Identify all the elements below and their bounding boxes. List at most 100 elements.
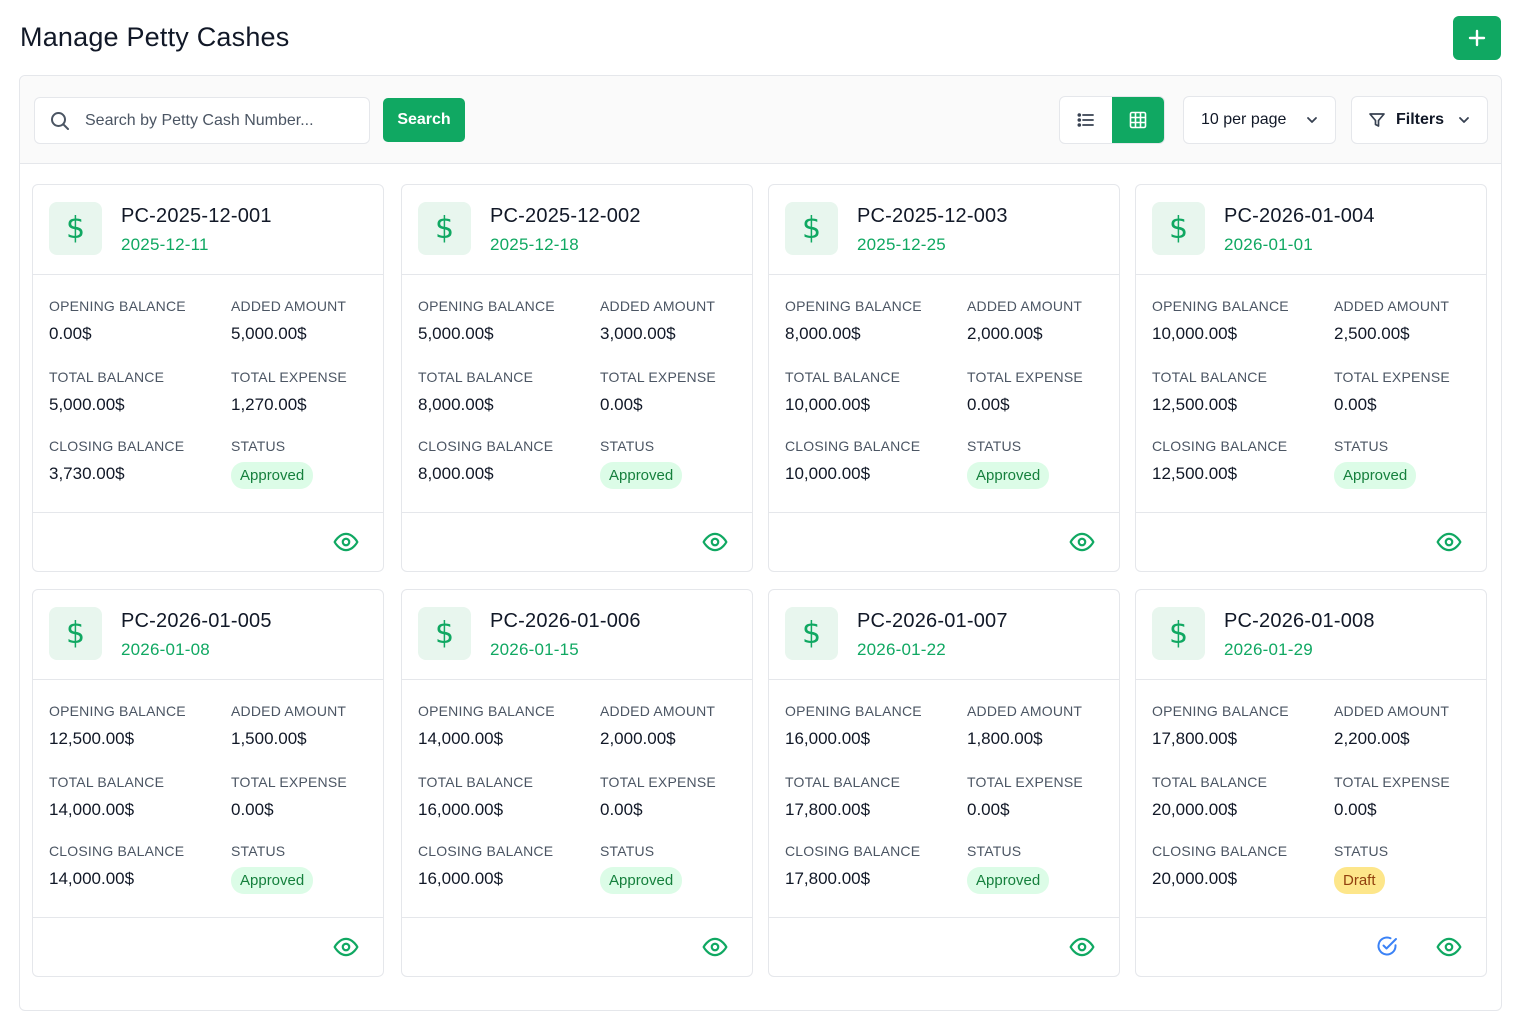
closing-balance-field: CLOSING BALANCE 3,730.00$	[49, 438, 184, 484]
total-balance-value: 8,000.00$	[418, 395, 494, 414]
opening-balance-field: OPENING BALANCE 12,500.00$	[49, 703, 186, 749]
closing-balance-field: CLOSING BALANCE 14,000.00$	[49, 843, 184, 889]
total-expense-field: TOTAL EXPENSE 0.00$	[600, 369, 716, 415]
view-eye-icon[interactable]	[1436, 934, 1462, 960]
added-amount-value: 5,000.00$	[231, 324, 307, 343]
card-actions	[1136, 917, 1486, 977]
grid-view-button[interactable]	[1112, 97, 1164, 143]
view-eye-icon[interactable]	[333, 934, 359, 960]
filters-button[interactable]: Filters	[1351, 96, 1488, 144]
total-balance-field: TOTAL BALANCE 14,000.00$	[49, 774, 164, 820]
added-amount-label: ADDED AMOUNT	[1334, 703, 1450, 719]
dollar-icon: $	[1152, 202, 1205, 255]
petty-cash-date: 2026-01-15	[490, 640, 579, 659]
petty-cash-card: $ PC-2026-01-008 2026-01-29 OPENING BALANCE…	[1135, 589, 1487, 977]
petty-cash-card: $ PC-2025-12-002 2025-12-18 OPENING BALANCE…	[401, 184, 753, 572]
total-balance-value: 17,800.00$	[785, 800, 871, 819]
status-badge: Approved	[967, 462, 1050, 489]
total-balance-field: TOTAL BALANCE 16,000.00$	[418, 774, 533, 820]
view-eye-icon[interactable]	[1069, 529, 1095, 555]
view-eye-icon[interactable]	[333, 529, 359, 555]
closing-balance-value: 8,000.00$	[418, 464, 494, 483]
opening-balance-field: OPENING BALANCE 0.00$	[49, 298, 186, 344]
closing-balance-field: CLOSING BALANCE 12,500.00$	[1152, 438, 1287, 484]
view-eye-icon[interactable]	[702, 529, 728, 555]
closing-balance-label: CLOSING BALANCE	[418, 438, 554, 454]
status-field: STATUS Approved	[967, 843, 1050, 894]
opening-balance-field: OPENING BALANCE 8,000.00$	[785, 298, 922, 344]
total-expense-label: TOTAL EXPENSE	[1334, 774, 1450, 790]
added-amount-label: ADDED AMOUNT	[231, 703, 347, 719]
petty-cash-date: 2026-01-01	[1224, 235, 1313, 254]
closing-balance-label: CLOSING BALANCE	[1152, 438, 1288, 454]
added-amount-field: ADDED AMOUNT 2,500.00$	[1334, 298, 1449, 344]
card-actions	[769, 917, 1119, 977]
search-button[interactable]: Search	[383, 98, 465, 142]
total-balance-value: 5,000.00$	[49, 395, 125, 414]
closing-balance-value: 14,000.00$	[49, 869, 135, 888]
status-badge: Draft	[1334, 867, 1385, 894]
total-expense-field: TOTAL EXPENSE 0.00$	[967, 369, 1083, 415]
added-amount-field: ADDED AMOUNT 5,000.00$	[231, 298, 346, 344]
opening-balance-label: OPENING BALANCE	[49, 703, 186, 719]
status-field: STATUS Approved	[967, 438, 1050, 489]
closing-balance-value: 12,500.00$	[1152, 464, 1238, 483]
status-field: STATUS Draft	[1334, 843, 1388, 894]
opening-balance-value: 8,000.00$	[785, 324, 861, 343]
added-amount-field: ADDED AMOUNT 1,500.00$	[231, 703, 346, 749]
total-balance-field: TOTAL BALANCE 5,000.00$	[49, 369, 164, 415]
status-field: STATUS Approved	[231, 843, 314, 894]
total-balance-field: TOTAL BALANCE 8,000.00$	[418, 369, 533, 415]
added-amount-value: 1,800.00$	[967, 729, 1043, 748]
search-input[interactable]	[85, 111, 365, 130]
opening-balance-value: 16,000.00$	[785, 729, 871, 748]
closing-balance-label: CLOSING BALANCE	[1152, 843, 1288, 859]
added-amount-value: 2,000.00$	[600, 729, 676, 748]
total-balance-label: TOTAL BALANCE	[1152, 369, 1268, 385]
added-amount-value: 1,500.00$	[231, 729, 307, 748]
opening-balance-field: OPENING BALANCE 5,000.00$	[418, 298, 555, 344]
total-balance-value: 10,000.00$	[785, 395, 871, 414]
added-amount-field: ADDED AMOUNT 2,200.00$	[1334, 703, 1449, 749]
petty-cash-card: $ PC-2026-01-006 2026-01-15 OPENING BALANCE…	[401, 589, 753, 977]
status-badge: Approved	[600, 462, 683, 489]
total-expense-value: 0.00$	[967, 800, 1010, 819]
view-eye-icon[interactable]	[702, 934, 728, 960]
total-balance-label: TOTAL BALANCE	[418, 774, 534, 790]
per-page-select[interactable]: 10 per page	[1183, 96, 1336, 144]
dollar-icon: $	[49, 202, 102, 255]
added-amount-label: ADDED AMOUNT	[600, 703, 716, 719]
filter-icon	[1368, 111, 1386, 129]
view-eye-icon[interactable]	[1436, 529, 1462, 555]
petty-cash-date: 2026-01-22	[857, 640, 946, 659]
total-expense-label: TOTAL EXPENSE	[1334, 369, 1450, 385]
approve-check-icon[interactable]	[1375, 934, 1399, 958]
added-amount-label: ADDED AMOUNT	[967, 298, 1083, 314]
petty-cash-number: PC-2026-01-006	[490, 610, 641, 632]
list-view-button[interactable]	[1060, 97, 1112, 143]
status-field: STATUS Approved	[231, 438, 314, 489]
total-balance-value: 16,000.00$	[418, 800, 504, 819]
total-balance-field: TOTAL BALANCE 20,000.00$	[1152, 774, 1267, 820]
total-expense-value: 0.00$	[600, 395, 643, 414]
add-petty-cash-button[interactable]	[1453, 16, 1501, 60]
status-field: STATUS Approved	[1334, 438, 1417, 489]
total-expense-field: TOTAL EXPENSE 0.00$	[967, 774, 1083, 820]
opening-balance-label: OPENING BALANCE	[785, 298, 922, 314]
total-expense-label: TOTAL EXPENSE	[231, 369, 347, 385]
grid-icon	[1128, 110, 1148, 130]
card-actions	[33, 512, 383, 572]
closing-balance-field: CLOSING BALANCE 16,000.00$	[418, 843, 553, 889]
card-header: $ PC-2026-01-006 2026-01-15	[402, 590, 752, 680]
card-header: $ PC-2026-01-005 2026-01-08	[33, 590, 383, 680]
total-balance-label: TOTAL BALANCE	[49, 774, 165, 790]
closing-balance-field: CLOSING BALANCE 20,000.00$	[1152, 843, 1287, 889]
search-box[interactable]	[34, 97, 370, 144]
status-label: STATUS	[1334, 843, 1389, 859]
opening-balance-value: 0.00$	[49, 324, 92, 343]
dollar-icon: $	[785, 607, 838, 660]
total-balance-label: TOTAL BALANCE	[785, 369, 901, 385]
added-amount-value: 2,000.00$	[967, 324, 1043, 343]
petty-cash-number: PC-2026-01-005	[121, 610, 272, 632]
view-eye-icon[interactable]	[1069, 934, 1095, 960]
